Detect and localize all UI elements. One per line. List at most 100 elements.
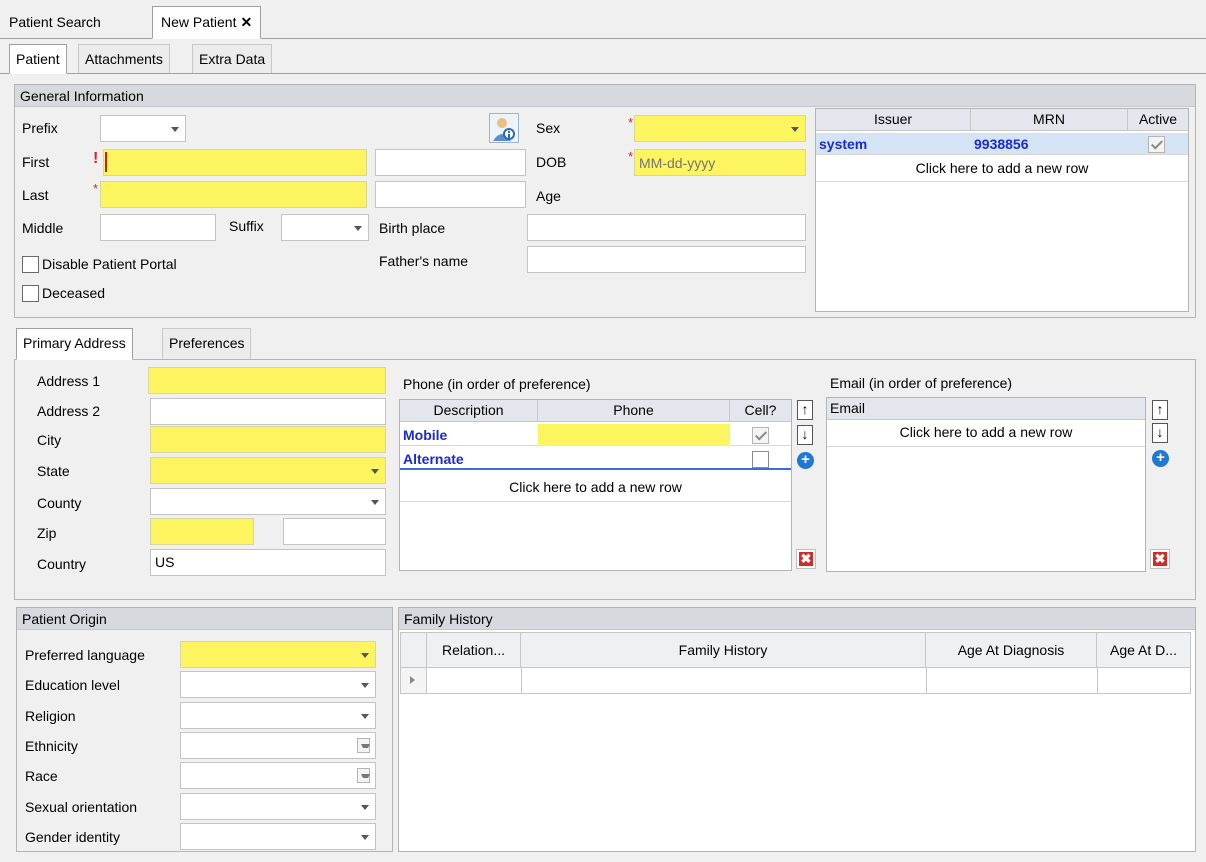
preferred-language-select[interactable] <box>180 641 376 668</box>
active-checkbox[interactable] <box>1148 136 1165 153</box>
phone-add-button[interactable]: + <box>797 452 814 469</box>
delete-icon: ✖ <box>799 551 813 566</box>
prefix-select[interactable] <box>100 115 186 142</box>
row-selector[interactable] <box>401 668 427 693</box>
inner-tab-divider <box>0 73 1206 74</box>
email-delete-button[interactable]: ✖ <box>1150 549 1170 569</box>
column-header-issuer[interactable]: Issuer <box>816 109 971 131</box>
column-header-age-at-death[interactable]: Age At D... <box>1097 633 1190 668</box>
phone-move-up-button[interactable]: ↑ <box>797 400 813 420</box>
zip-label: Zip <box>37 525 57 541</box>
middle-name-label: Middle <box>22 220 64 236</box>
zip-extension-input[interactable] <box>283 518 386 545</box>
email-move-up-button[interactable]: ↑ <box>1152 400 1168 420</box>
required-star-icon: * <box>93 181 99 196</box>
column-header-phone[interactable]: Phone <box>538 400 730 422</box>
country-input[interactable]: US <box>150 549 386 576</box>
email-add-row[interactable]: Click here to add a new row <box>827 422 1145 447</box>
disable-portal-checkbox[interactable] <box>22 256 39 273</box>
tab-label: Primary Address <box>23 335 126 351</box>
state-label: State <box>37 463 70 479</box>
mrn-grid: Issuer MRN Active system 9938856 Click h… <box>815 108 1189 312</box>
chevron-down-icon <box>791 127 799 132</box>
suffix-select[interactable] <box>281 214 369 241</box>
city-input[interactable] <box>150 426 386 453</box>
mrn-add-row[interactable]: Click here to add a new row <box>816 158 1188 182</box>
delete-icon: ✖ <box>1153 551 1167 566</box>
tab-label: Patient <box>16 51 60 67</box>
patient-lookup-button[interactable] <box>489 113 519 143</box>
county-label: County <box>37 495 82 511</box>
religion-label: Religion <box>25 708 76 724</box>
sex-select[interactable] <box>634 115 806 142</box>
sexual-orientation-label: Sexual orientation <box>25 799 138 815</box>
cell-checkbox[interactable] <box>752 427 769 444</box>
column-header-relation[interactable]: Relation... <box>427 633 521 668</box>
tab-new-patient[interactable]: New Patient ✕ <box>152 6 262 39</box>
tab-label: Preferences <box>169 335 245 351</box>
column-header-description[interactable]: Description <box>400 400 538 422</box>
race-select[interactable] <box>180 762 376 789</box>
tab-patient-search[interactable]: Patient Search <box>0 6 110 39</box>
column-divider <box>926 668 927 693</box>
plus-icon: + <box>1156 449 1165 466</box>
tab-patient[interactable]: Patient <box>9 44 67 74</box>
chevron-down-icon <box>361 683 369 688</box>
tab-primary-address[interactable]: Primary Address <box>16 328 133 360</box>
address2-input[interactable] <box>150 398 386 425</box>
county-select[interactable] <box>150 488 386 515</box>
gender-identity-select[interactable] <box>180 823 376 850</box>
table-row[interactable] <box>401 668 1190 693</box>
education-level-select[interactable] <box>180 671 376 698</box>
ellipsis-dropdown-icon[interactable] <box>357 738 370 753</box>
cell-checkbox[interactable] <box>752 451 769 468</box>
column-header-cell[interactable]: Cell? <box>730 400 791 422</box>
table-row[interactable]: Alternate <box>400 448 791 470</box>
ethnicity-select[interactable] <box>180 732 376 759</box>
birth-place-input[interactable] <box>527 214 806 241</box>
country-value: US <box>155 554 175 570</box>
first-name-input[interactable] <box>103 149 367 176</box>
general-information-header: General Information <box>15 85 1195 107</box>
state-select[interactable] <box>150 457 386 484</box>
preferred-language-label: Preferred language <box>25 647 145 663</box>
table-row[interactable]: Mobile <box>400 424 791 446</box>
phone-number-input[interactable] <box>538 424 730 446</box>
tab-preferences[interactable]: Preferences <box>162 328 252 360</box>
middle-name-input[interactable] <box>100 214 216 241</box>
email-move-down-button[interactable]: ↓ <box>1152 423 1168 443</box>
patient-origin-header: Patient Origin <box>17 608 392 630</box>
close-icon[interactable]: ✕ <box>240 14 252 30</box>
address1-input[interactable] <box>148 367 386 394</box>
email-add-button[interactable]: + <box>1152 450 1169 467</box>
last-name-label: Last <box>22 187 49 203</box>
ellipsis-dropdown-icon[interactable] <box>357 768 370 783</box>
column-header-email[interactable]: Email <box>827 398 1145 420</box>
section-title: General Information <box>20 88 144 104</box>
arrow-up-icon: ↑ <box>801 401 809 417</box>
religion-select[interactable] <box>180 702 376 729</box>
phone-move-down-button[interactable]: ↓ <box>797 425 813 445</box>
dob-input[interactable] <box>634 149 806 176</box>
phone-add-row[interactable]: Click here to add a new row <box>400 477 791 502</box>
column-header-family-history[interactable]: Family History <box>521 633 926 668</box>
last-name-input[interactable] <box>100 181 367 208</box>
suffix-label: Suffix <box>229 218 264 234</box>
deceased-checkbox[interactable] <box>22 285 39 302</box>
table-row[interactable]: system 9938856 <box>816 133 1188 155</box>
last-name-alt-input[interactable] <box>375 181 526 208</box>
sexual-orientation-select[interactable] <box>180 793 376 820</box>
phone-delete-button[interactable]: ✖ <box>796 549 816 569</box>
column-header-active[interactable]: Active <box>1128 109 1188 131</box>
column-header-age-at-diagnosis[interactable]: Age At Diagnosis <box>926 633 1097 668</box>
zip-input[interactable] <box>150 518 254 545</box>
tab-extra-data[interactable]: Extra Data <box>192 44 273 74</box>
fathers-name-input[interactable] <box>527 246 806 273</box>
first-name-alt-input[interactable] <box>375 149 526 176</box>
phone-grid-header: Description Phone Cell? <box>400 400 791 422</box>
mrn-cell: 9938856 <box>974 136 1029 152</box>
column-header-mrn[interactable]: MRN <box>971 109 1128 131</box>
tab-attachments[interactable]: Attachments <box>78 44 170 74</box>
chevron-down-icon <box>371 500 379 505</box>
chevron-down-icon <box>361 653 369 658</box>
